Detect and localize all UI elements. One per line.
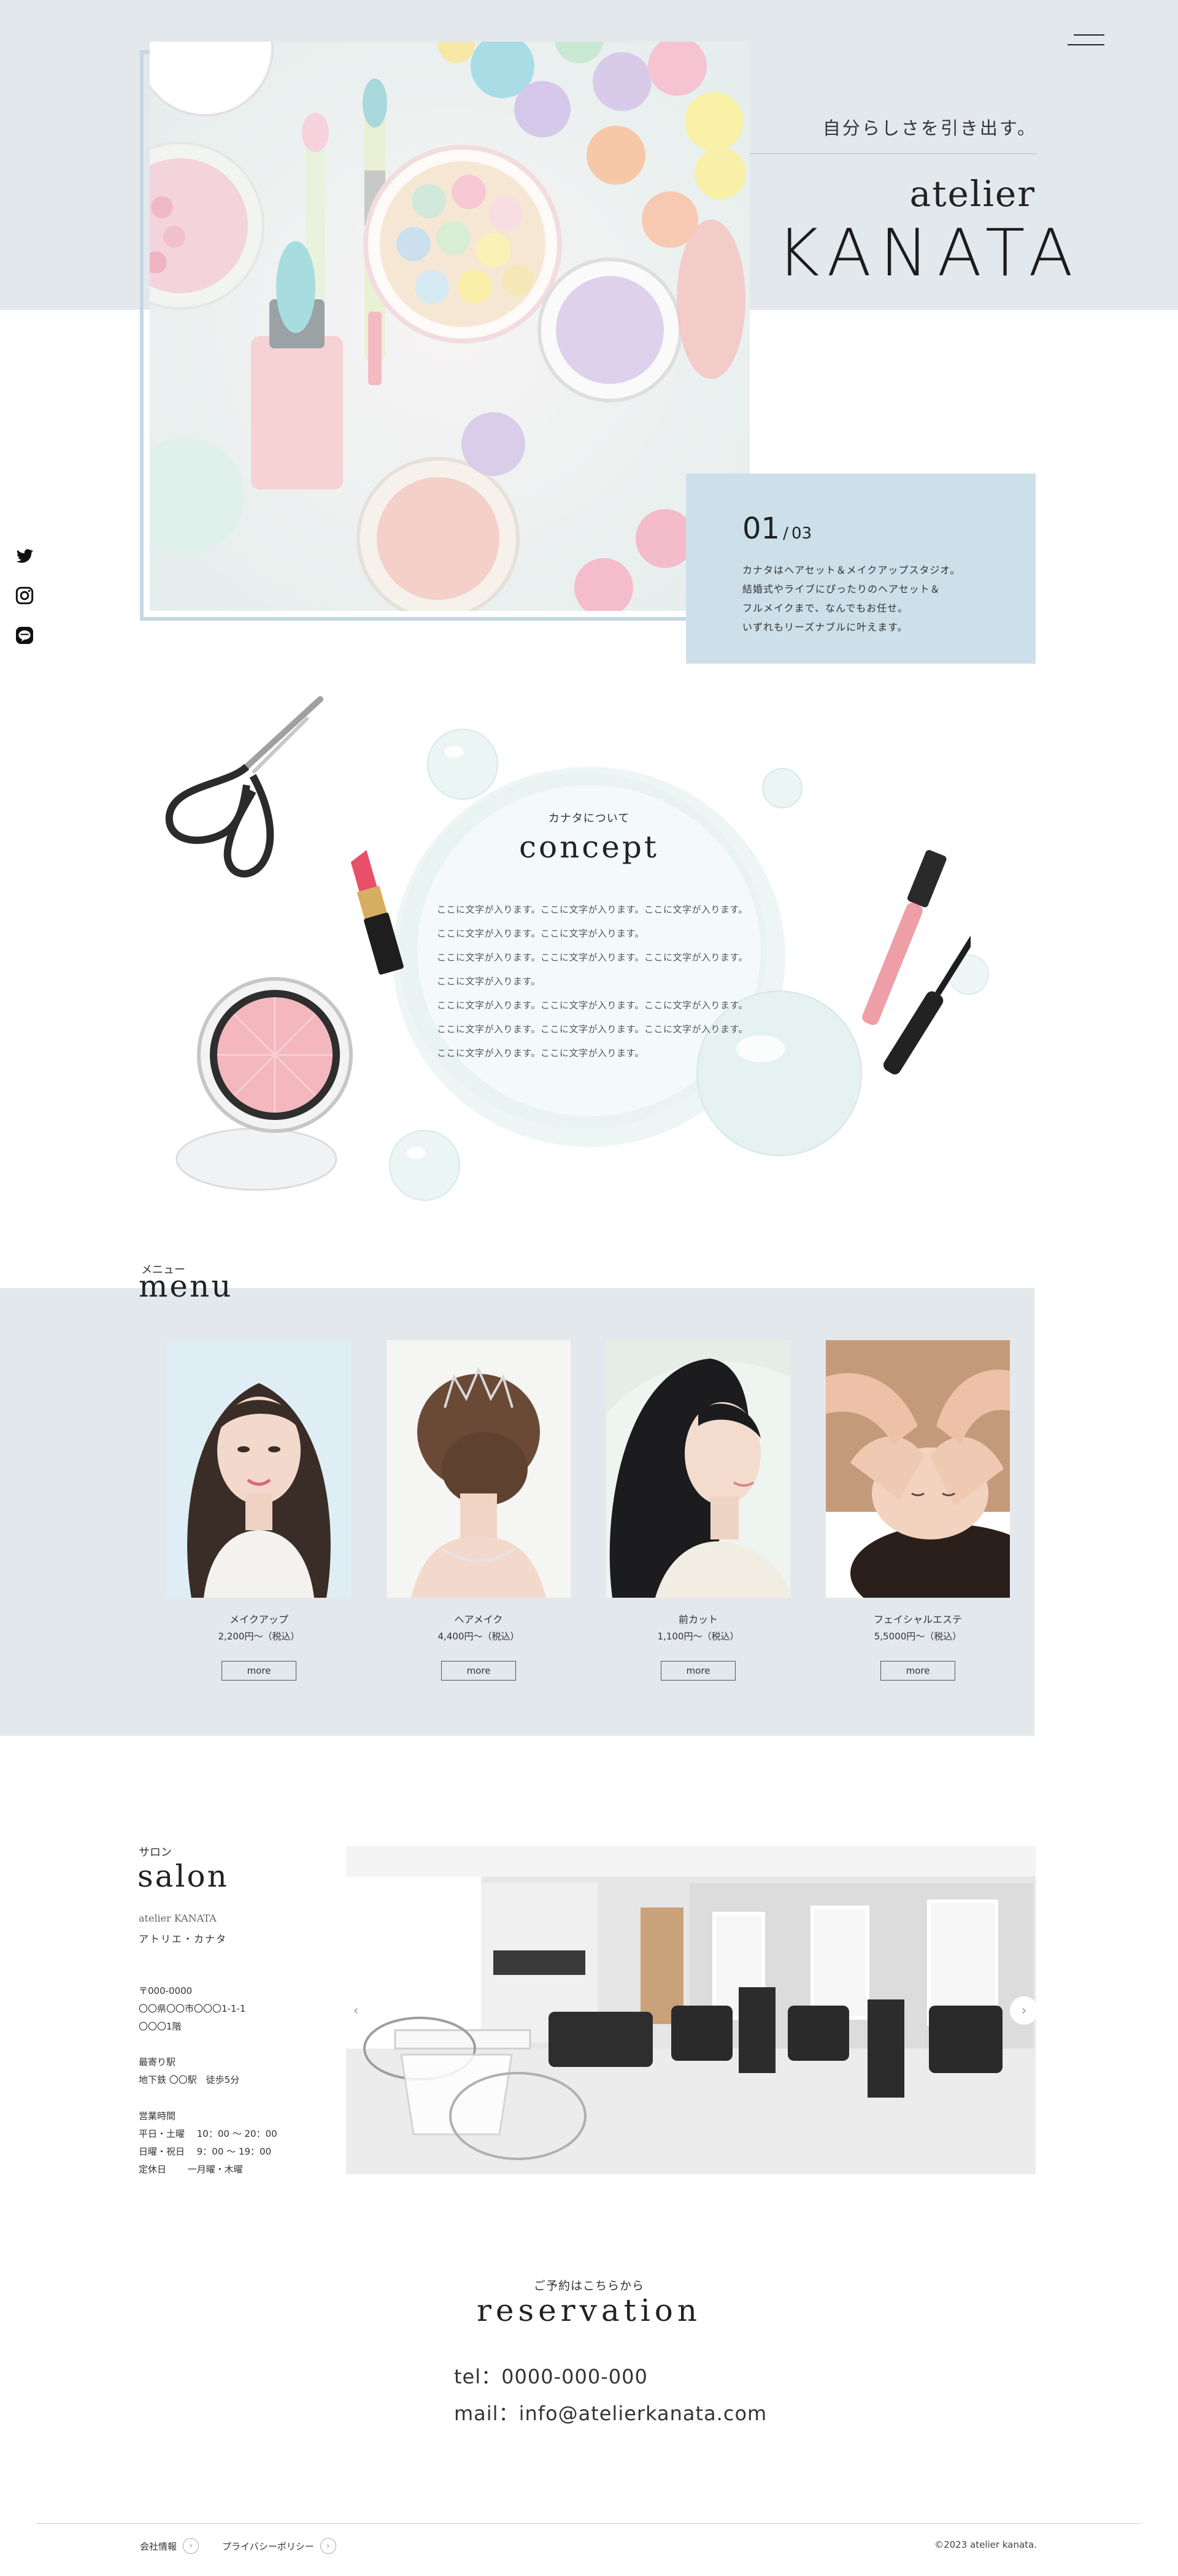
slide-total-number: 03 — [791, 524, 812, 543]
concept-text-line: ここに文字が入ります。ここに文字が入ります。ここに文字が入ります。 — [437, 904, 749, 915]
concept-section-title: concept — [519, 829, 659, 865]
menu-item-name: 前カット — [678, 1614, 718, 1625]
slider-prev-button[interactable]: ‹ — [342, 1996, 370, 2025]
twitter-icon[interactable] — [15, 546, 34, 565]
menu-card-facial: フェイシャルエステ 5,5000円〜（税込） more — [826, 1340, 1010, 1681]
hamburger-menu-icon[interactable] — [1068, 29, 1104, 52]
bangs-cut-model-photo — [606, 1340, 790, 1598]
concept-text-line: ここに文字が入ります。ここに文字が入ります。ここに文字が入ります。 — [437, 1024, 749, 1035]
footer-link-privacy[interactable]: プライバシーポリシー › — [222, 2538, 336, 2554]
salon-title-japanese: サロン — [139, 1846, 172, 1859]
salon-section-title: salon — [137, 1858, 229, 1894]
brand-logo-kanata[interactable]: KANATA — [777, 221, 1073, 286]
concept-text-line: ここに文字が入ります。ここに文字が入ります。ここに文字が入ります。 — [437, 952, 749, 963]
slide-text-line: カナタはヘアセット＆メイクアップスタジオ。 — [742, 564, 961, 576]
reservation-mail[interactable]: mail：info@atelierkanata.com — [454, 2398, 767, 2426]
slide-current-number: 01 — [742, 512, 780, 546]
station-label: 最寄り駅 — [139, 2057, 176, 2068]
hero-slide-card: 01 / 03 カナタはヘアセット＆メイクアップスタジオ。 結婚式やライブにぴっ… — [686, 473, 1036, 664]
reservation-section-title: reservation — [476, 2293, 702, 2328]
makeup-model-photo — [167, 1340, 351, 1598]
concept-title-japanese: カナタについて — [548, 812, 630, 825]
salon-interior-slider — [346, 1846, 1036, 2174]
slide-text-line: フルメイクまで、なんでもお任せ。 — [742, 602, 909, 614]
facial-esthetic-photo — [826, 1340, 1010, 1598]
footer-divider — [37, 2523, 1141, 2524]
footer-link-label: 会社情報 — [140, 2540, 177, 2552]
slide-text-line: いずれもリーズナブルに叶えます。 — [742, 621, 908, 633]
address-line: 〇〇県〇〇市〇〇〇1-1-1 — [139, 2003, 246, 2014]
concept-text-line: ここに文字が入ります。ここに文字が入ります。ここに文字が入ります。 — [437, 1000, 749, 1011]
salon-logo-text: atelier KANATA — [139, 1912, 217, 1924]
concept-body-text: ここに文字が入ります。ここに文字が入ります。ここに文字が入ります。 ここに文字が… — [437, 898, 756, 1065]
hours-line: 平日・土曜 10：00 ～ 20：00 — [139, 2128, 277, 2139]
reservation-title-japanese: ご予約はこちらから — [533, 2279, 644, 2293]
concept-text-line: ここに文字が入ります。 — [437, 976, 541, 987]
chevron-right-icon: › — [320, 2538, 336, 2554]
reservation-tel[interactable]: tel：0000-000-000 — [454, 2361, 648, 2390]
footer-link-company[interactable]: 会社情報 › — [140, 2538, 199, 2554]
more-button[interactable]: more — [661, 1661, 736, 1681]
address-line: 〒000-0000 — [139, 1985, 193, 1996]
lip-gloss-mascara-image — [848, 846, 983, 1104]
menu-item-name: メイクアップ — [229, 1614, 288, 1625]
menu-item-name: ヘアメイク — [454, 1614, 503, 1625]
slide-separator: / — [783, 524, 788, 543]
hours-label: 営業時間 — [139, 2110, 176, 2122]
menu-item-name: フェイシャルエステ — [873, 1614, 962, 1625]
salon-address: 〒000-0000 〇〇県〇〇市〇〇〇1-1-1 〇〇〇1階 — [139, 1982, 245, 2036]
salon-name-kana: アトリエ・カナタ — [139, 1933, 228, 1945]
footer-link-label: プライバシーポリシー — [222, 2540, 314, 2552]
hairstyle-model-photo — [387, 1340, 571, 1598]
menu-card-makeup: メイクアップ 2,200円〜（税込） more — [167, 1340, 351, 1681]
address-line: 〇〇〇1階 — [139, 2021, 182, 2032]
slide-description: カナタはヘアセット＆メイクアップスタジオ。 結婚式やライブにぴったりのヘアセット… — [742, 561, 1036, 637]
salon-station: 最寄り駅 地下鉄 〇〇駅 徒歩5分 — [139, 2053, 239, 2089]
station-text: 地下鉄 〇〇駅 徒歩5分 — [139, 2074, 240, 2085]
line-icon[interactable] — [15, 626, 34, 645]
water-drop — [761, 767, 804, 810]
chevron-right-icon: › — [183, 2538, 199, 2554]
eyelash-curler-image — [161, 693, 357, 895]
blush-compact-image — [171, 975, 361, 1202]
concept-text-line: ここに文字が入ります。ここに文字が入ります。 — [437, 1048, 645, 1059]
brand-logo-atelier[interactable]: atelier — [810, 173, 1036, 215]
hours-line: 日曜・祝日 9：00 ～ 19：00 — [139, 2146, 272, 2157]
instagram-icon[interactable] — [15, 586, 34, 605]
menu-item-price: 2,200円〜（税込） — [218, 1631, 300, 1642]
menu-card-hair: ヘアメイク 4,400円〜（税込） more — [387, 1340, 571, 1681]
more-button[interactable]: more — [221, 1661, 296, 1681]
lipstick-image — [341, 845, 409, 980]
more-button[interactable]: more — [880, 1661, 955, 1681]
more-button[interactable]: more — [441, 1661, 516, 1681]
water-drop — [388, 1129, 461, 1202]
concept-text-line: ここに文字が入ります。ここに文字が入ります。 — [437, 928, 645, 939]
slider-next-button[interactable]: › — [1010, 1996, 1038, 2025]
menu-card-bangs: 前カット 1,100円〜（税込） more — [606, 1340, 790, 1681]
slide-counter: 01 / 03 — [742, 512, 1036, 546]
menu-item-price: 1,100円〜（税込） — [657, 1631, 739, 1642]
hero-tagline: 自分らしさを引き出す。 — [822, 118, 1037, 139]
slide-text-line: 結婚式やライブにぴったりのヘアセット＆ — [742, 583, 941, 595]
menu-item-price: 4,400円〜（税込） — [437, 1631, 520, 1642]
salon-hours: 営業時間 平日・土曜 10：00 ～ 20：00 日曜・祝日 9：00 ～ 19… — [139, 2107, 277, 2179]
hero-cosmetics-image — [150, 42, 750, 611]
copyright-text: ©2023 atelier kanata. — [934, 2539, 1037, 2550]
hero-divider — [750, 153, 1037, 154]
water-drop — [426, 727, 499, 801]
hours-line: 定休日 一月曜・木曜 — [139, 2164, 243, 2175]
menu-item-price: 5,5000円〜（税込） — [874, 1631, 962, 1642]
menu-section-title: menu — [139, 1268, 233, 1304]
